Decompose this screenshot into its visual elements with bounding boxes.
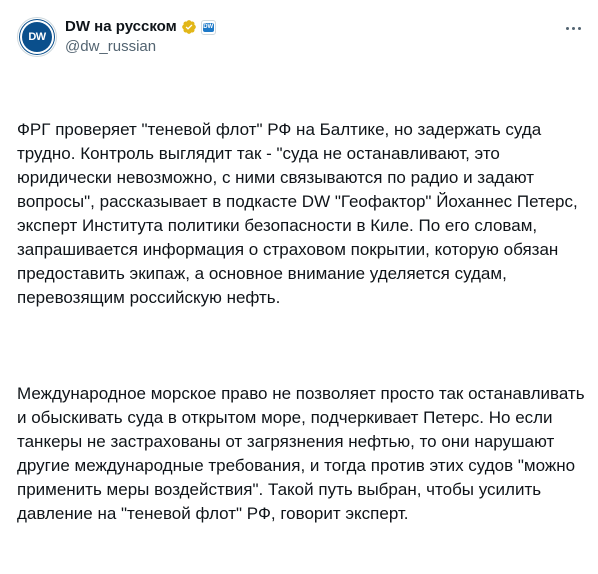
account-info: DW на русском DW @dw_russian bbox=[65, 17, 216, 57]
account-handle[interactable]: @dw_russian bbox=[65, 37, 216, 57]
affiliation-badge-icon[interactable]: DW bbox=[200, 19, 216, 35]
more-options-icon[interactable] bbox=[562, 19, 584, 37]
post-paragraph: ФРГ проверяет "теневой флот" РФ на Балти… bbox=[17, 120, 583, 307]
verified-badge-icon[interactable] bbox=[181, 19, 197, 35]
avatar[interactable]: DW bbox=[17, 17, 57, 57]
post-card: DW DW на русском DW @dw_russian ФРГ пров… bbox=[0, 0, 598, 523]
display-name[interactable]: DW на русском bbox=[65, 17, 177, 37]
name-row: DW на русском DW bbox=[65, 17, 216, 37]
post-header: DW DW на русском DW @dw_russian bbox=[17, 17, 584, 59]
affiliation-badge-label: DW bbox=[202, 22, 214, 32]
post-paragraph: Международное морское право не позволяет… bbox=[17, 384, 590, 523]
dw-logo: DW bbox=[22, 22, 52, 52]
post-text: ФРГ проверяет "теневой флот" РФ на Балти… bbox=[17, 70, 585, 574]
